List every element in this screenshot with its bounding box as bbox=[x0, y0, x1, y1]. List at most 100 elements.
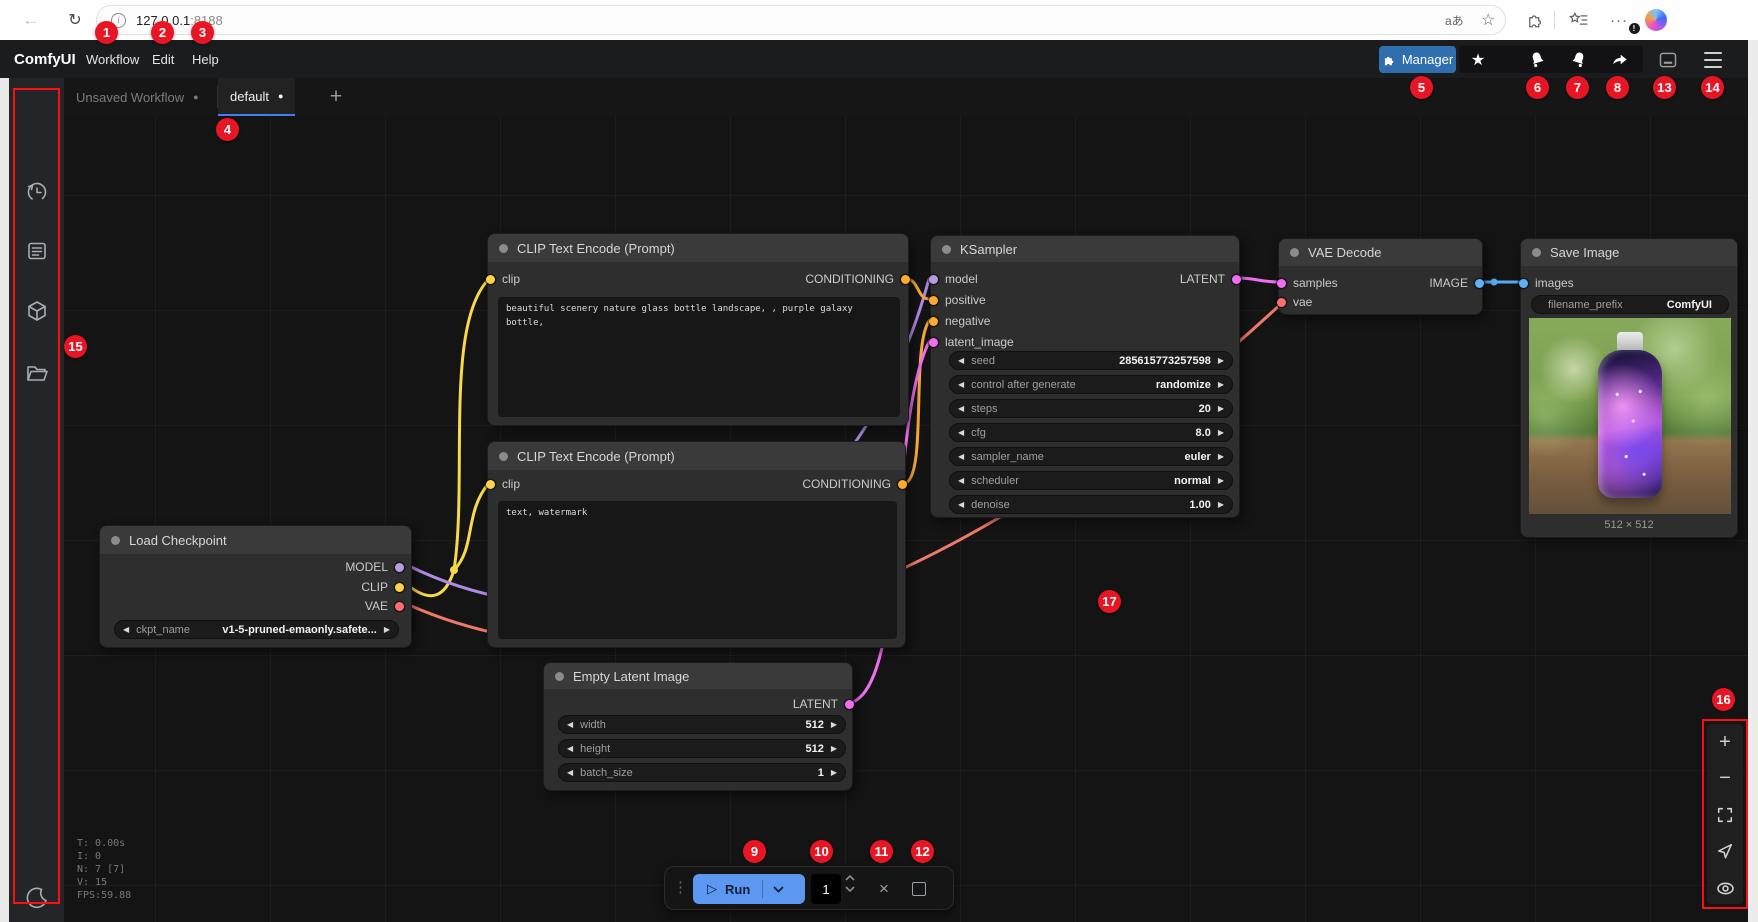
browser-menu-icon[interactable]: ··· ! bbox=[1604, 0, 1634, 40]
fit-view-icon[interactable] bbox=[1707, 799, 1743, 831]
node-clip-text-encode-positive[interactable]: CLIP Text Encode (Prompt) clip CONDITION… bbox=[487, 233, 909, 426]
node-save-image[interactable]: Save Image images filename_prefix ComfyU… bbox=[1520, 238, 1738, 538]
favorites-star-icon[interactable]: ★ bbox=[1465, 46, 1491, 73]
clip-slot-dot[interactable] bbox=[486, 480, 495, 489]
copilot-icon[interactable] bbox=[1641, 0, 1671, 40]
widget-increment-icon[interactable]: ▶ bbox=[1218, 357, 1224, 365]
collapse-dot-icon[interactable] bbox=[555, 672, 564, 681]
collapse-dot-icon[interactable] bbox=[942, 245, 951, 254]
widget-decrement-icon[interactable]: ◀ bbox=[958, 405, 964, 413]
prompt-textarea[interactable]: beautiful scenery nature glass bottle la… bbox=[498, 297, 900, 417]
conditioning-slot-dot[interactable] bbox=[898, 480, 907, 489]
tab-default[interactable]: default ● bbox=[218, 78, 295, 116]
widget-increment-icon[interactable]: ▶ bbox=[831, 721, 837, 729]
zoom-in-icon[interactable]: + bbox=[1707, 726, 1743, 758]
node-clip-text-encode-negative[interactable]: CLIP Text Encode (Prompt) clip CONDITION… bbox=[487, 441, 906, 648]
browser-scrollbar[interactable] bbox=[1748, 40, 1758, 922]
output-conditioning[interactable]: CONDITIONING bbox=[805, 271, 910, 287]
vae-slot-dot[interactable] bbox=[395, 602, 404, 611]
widget-ckpt-name[interactable]: ◀ ckpt_name v1-5-pruned-emaonly.safete..… bbox=[114, 620, 399, 639]
widget-filename-prefix[interactable]: filename_prefix ComfyUI bbox=[1531, 295, 1729, 314]
output-image[interactable]: IMAGE bbox=[1429, 275, 1484, 291]
latent-slot-dot[interactable] bbox=[1232, 275, 1241, 284]
menu-help[interactable]: Help bbox=[192, 40, 219, 78]
stop-icon[interactable] bbox=[912, 882, 926, 896]
widget-decrement-icon[interactable]: ◀ bbox=[123, 626, 129, 634]
select-mode-icon[interactable] bbox=[1707, 835, 1743, 867]
queue-history-icon[interactable] bbox=[9, 175, 64, 209]
clear-queue-icon[interactable]: × bbox=[869, 874, 899, 904]
batch-count-input[interactable]: 1 bbox=[811, 874, 841, 904]
favorites-bar-icon[interactable] bbox=[1566, 0, 1592, 40]
widget-increment-icon[interactable]: ▶ bbox=[384, 626, 390, 634]
latent-slot-dot[interactable] bbox=[845, 700, 854, 709]
node-vae-decode[interactable]: VAE Decode samples vae IMAGE bbox=[1278, 238, 1483, 315]
bottom-panel-toggle-icon[interactable] bbox=[1654, 46, 1682, 73]
output-vae[interactable]: VAE bbox=[365, 598, 404, 614]
widget-batch-size[interactable]: ◀ batch_size 1 ▶ bbox=[558, 763, 846, 782]
widget-increment-icon[interactable]: ▶ bbox=[831, 745, 837, 753]
widget-denoise[interactable]: ◀ denoise 1.00 ▶ bbox=[949, 495, 1233, 514]
input-positive[interactable]: positive bbox=[929, 292, 986, 308]
notification-bell-alt-icon[interactable] bbox=[1565, 46, 1591, 73]
menu-edit[interactable]: Edit bbox=[152, 40, 174, 78]
collapse-dot-icon[interactable] bbox=[1532, 248, 1541, 257]
widget-decrement-icon[interactable]: ◀ bbox=[567, 721, 573, 729]
widget-increment-icon[interactable]: ▶ bbox=[1218, 381, 1224, 389]
node-titlebar[interactable]: VAE Decode bbox=[1279, 239, 1482, 266]
extensions-icon[interactable] bbox=[1522, 0, 1548, 40]
conditioning-slot-dot[interactable] bbox=[901, 275, 910, 284]
widget-increment-icon[interactable]: ▶ bbox=[1218, 429, 1224, 437]
widget-increment-icon[interactable]: ▶ bbox=[1218, 453, 1224, 461]
input-clip[interactable]: clip bbox=[486, 271, 520, 287]
batch-count-stepper[interactable] bbox=[845, 875, 855, 892]
widget-decrement-icon[interactable]: ◀ bbox=[958, 357, 964, 365]
tab-unsaved-workflow[interactable]: Unsaved Workflow ● bbox=[64, 78, 211, 116]
run-options-chevron-icon[interactable] bbox=[773, 886, 784, 893]
favorite-star-icon[interactable]: ☆ bbox=[1481, 10, 1495, 30]
collapse-dot-icon[interactable] bbox=[1290, 248, 1299, 257]
clip-slot-dot[interactable] bbox=[486, 275, 495, 284]
input-latent-image[interactable]: latent_image bbox=[929, 334, 1014, 350]
toggle-link-visibility-icon[interactable] bbox=[1707, 872, 1743, 904]
browser-back-icon[interactable]: ← bbox=[18, 0, 44, 40]
widget-height[interactable]: ◀ height 512 ▶ bbox=[558, 739, 846, 758]
theme-toggle-moon-icon[interactable] bbox=[9, 881, 64, 915]
stepper-up-icon[interactable] bbox=[845, 875, 855, 881]
widget-increment-icon[interactable]: ▶ bbox=[1218, 477, 1224, 485]
widget-decrement-icon[interactable]: ◀ bbox=[958, 429, 964, 437]
conditioning-slot-dot[interactable] bbox=[929, 296, 938, 305]
address-bar[interactable]: i 127.0.0.1:8188 aあ ☆ bbox=[96, 5, 1506, 35]
image-slot-dot[interactable] bbox=[1475, 279, 1484, 288]
node-titlebar[interactable]: CLIP Text Encode (Prompt) bbox=[488, 234, 908, 262]
input-vae[interactable]: vae bbox=[1277, 294, 1312, 310]
input-samples[interactable]: samples bbox=[1277, 275, 1338, 291]
output-latent[interactable]: LATENT bbox=[1180, 271, 1241, 287]
run-button[interactable]: ▷ Run bbox=[693, 874, 805, 904]
stepper-down-icon[interactable] bbox=[845, 886, 855, 892]
widget-seed[interactable]: ◀ seed 285615773257598 ▶ bbox=[949, 351, 1233, 370]
widget-decrement-icon[interactable]: ◀ bbox=[958, 477, 964, 485]
manager-button[interactable]: Manager bbox=[1379, 46, 1456, 73]
notification-bell-icon[interactable] bbox=[1524, 46, 1550, 73]
clip-slot-dot[interactable] bbox=[395, 583, 404, 592]
input-model[interactable]: model bbox=[929, 271, 978, 287]
widget-decrement-icon[interactable]: ◀ bbox=[567, 745, 573, 753]
widget-increment-icon[interactable]: ▶ bbox=[831, 769, 837, 777]
generated-image-preview[interactable] bbox=[1529, 318, 1731, 514]
output-clip[interactable]: CLIP bbox=[361, 579, 404, 595]
latent-slot-dot[interactable] bbox=[1277, 279, 1286, 288]
widget-increment-icon[interactable]: ▶ bbox=[1218, 501, 1224, 509]
node-titlebar[interactable]: Empty Latent Image bbox=[544, 663, 852, 689]
toolbar-drag-handle-icon[interactable]: ⋮ bbox=[673, 878, 686, 896]
model-library-icon[interactable] bbox=[9, 294, 64, 328]
widget-width[interactable]: ◀ width 512 ▶ bbox=[558, 715, 846, 734]
collapse-dot-icon[interactable] bbox=[499, 452, 508, 461]
output-conditioning[interactable]: CONDITIONING bbox=[802, 476, 907, 492]
widget-decrement-icon[interactable]: ◀ bbox=[567, 769, 573, 777]
widget-decrement-icon[interactable]: ◀ bbox=[958, 453, 964, 461]
widget-decrement-icon[interactable]: ◀ bbox=[958, 381, 964, 389]
node-titlebar[interactable]: KSampler bbox=[931, 236, 1239, 262]
node-titlebar[interactable]: CLIP Text Encode (Prompt) bbox=[488, 442, 905, 470]
input-clip[interactable]: clip bbox=[486, 476, 520, 492]
